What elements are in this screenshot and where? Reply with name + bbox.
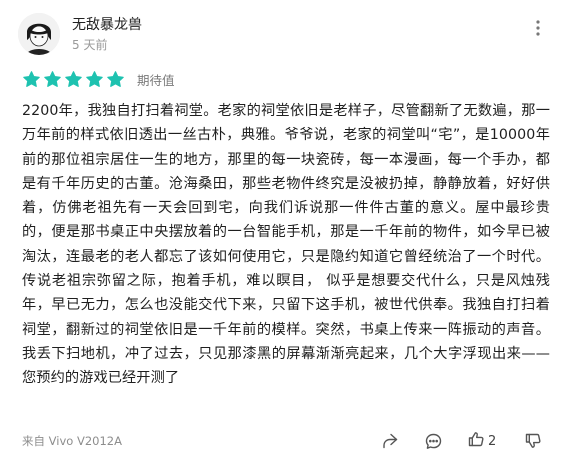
star-icon bbox=[64, 70, 83, 89]
like-count: 2 bbox=[488, 433, 497, 449]
post-time: 5 天前 bbox=[72, 37, 108, 52]
avatar[interactable] bbox=[18, 13, 60, 55]
share-icon[interactable] bbox=[381, 432, 399, 450]
star-icon bbox=[85, 70, 104, 89]
rating: 期待值 bbox=[22, 70, 175, 89]
review-header: 无敌暴龙兽 5 天前 bbox=[18, 12, 142, 56]
username[interactable]: 无敌暴龙兽 bbox=[72, 16, 142, 34]
rating-label: 期待值 bbox=[137, 73, 175, 88]
star-rating bbox=[22, 70, 125, 89]
review-footer: 来自 Vivo V2012A 2 bbox=[0, 426, 561, 456]
thumbs-down-icon[interactable] bbox=[524, 432, 542, 450]
star-icon bbox=[43, 70, 62, 89]
comment-icon[interactable] bbox=[424, 432, 443, 451]
thumbs-up-icon bbox=[467, 430, 485, 452]
review-text: 2200年，我独自打扫着祠堂。老家的祠堂依旧是老样子，尽管翻新了无数遍，那一万年… bbox=[22, 103, 550, 387]
more-vertical-icon[interactable] bbox=[531, 16, 545, 40]
star-icon bbox=[22, 70, 41, 89]
like-button[interactable]: 2 bbox=[467, 430, 496, 452]
device-info: 来自 Vivo V2012A bbox=[22, 434, 122, 448]
star-icon bbox=[106, 70, 125, 89]
